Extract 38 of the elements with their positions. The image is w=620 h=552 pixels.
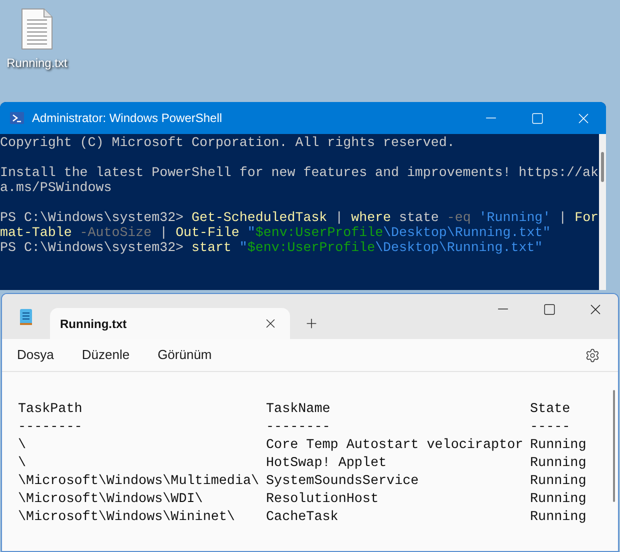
table-cell: SystemSoundsService	[266, 473, 419, 491]
table-cell: \	[18, 455, 26, 473]
table-cell: \Microsoft\Windows\WDI\	[18, 491, 203, 509]
table-cell: \Microsoft\Windows\Wininet\	[18, 509, 235, 527]
table-cell: Running	[530, 491, 586, 509]
table-cell: \	[18, 437, 26, 455]
console-line: Install the latest PowerShell for new features and improvements! https://ak	[0, 165, 598, 180]
table-cell: Running	[530, 509, 586, 527]
file-label: Running.txt	[6, 55, 68, 72]
maximize-icon[interactable]	[542, 302, 556, 316]
table-cell: \Microsoft\Windows\Multimedia\	[18, 473, 260, 491]
table-cell: HotSwap! Applet	[266, 455, 387, 473]
table-cell: Running	[530, 455, 586, 473]
table-cell: Running	[530, 437, 586, 455]
console-line: PS C:\Windows\system32> start "$env:UserProfile\Desktop\Running.txt"	[0, 240, 543, 255]
header-underline: -----	[530, 419, 570, 437]
console-line: PS C:\Windows\system32> Get-ScheduledTask | where state -eq 'Running' | For	[0, 210, 599, 225]
powershell-icon	[10, 112, 24, 124]
column-header: TaskName	[266, 401, 330, 419]
notepad-icon	[19, 308, 33, 326]
menu-item[interactable]: Görünüm	[158, 345, 212, 365]
window-title: Administrator: Windows PowerShell	[32, 110, 222, 127]
header-underline: --------	[266, 419, 330, 437]
text-file-icon[interactable]	[21, 8, 53, 50]
column-header: TaskPath	[18, 401, 82, 419]
console-line: a.ms/PSWindows	[0, 180, 112, 195]
settings-icon[interactable]	[585, 348, 600, 362]
console-line: Copyright (C) Microsoft Corporation. All rights reserved.	[0, 135, 455, 150]
table-cell: ResolutionHost	[266, 491, 378, 509]
table-cell: Running	[530, 473, 586, 491]
file-tab[interactable]: Running.txt	[50, 308, 290, 339]
table-cell: CacheTask	[266, 509, 338, 527]
console-line: mat-Table -AutoSize | Out-File "$env:UserProfile\Desktop\Running.txt"	[0, 225, 551, 240]
table-cell: Core Temp Autostart velociraptor	[266, 437, 524, 455]
menu-item[interactable]: Düzenle	[82, 345, 130, 365]
header-underline: --------	[18, 419, 82, 437]
column-header: State	[530, 401, 570, 419]
menu-item[interactable]: Dosya	[17, 345, 54, 365]
